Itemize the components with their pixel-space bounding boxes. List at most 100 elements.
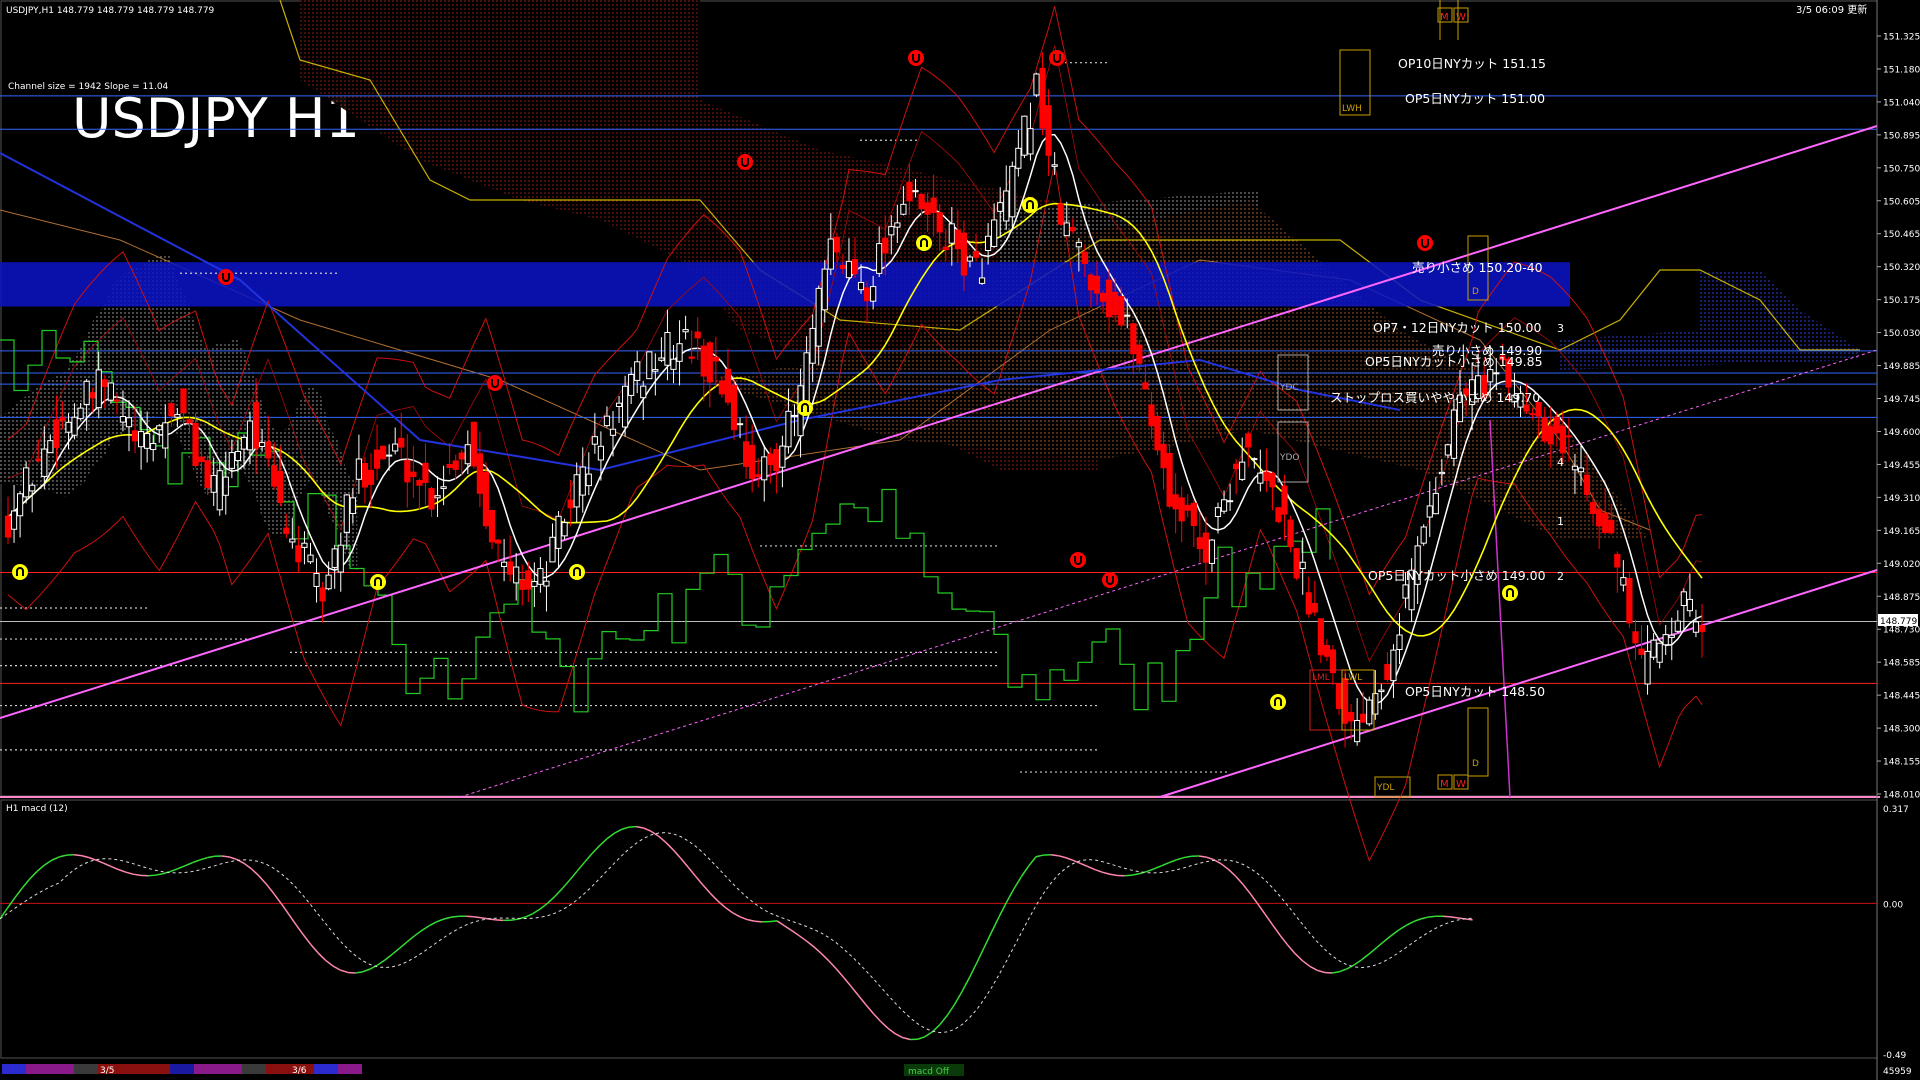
macd-segment [376,959,386,966]
candle-body [906,181,913,202]
candle-body [113,399,121,402]
macd-segment [73,854,82,857]
candle-body [17,493,24,517]
candle-body [1438,471,1445,475]
candle-body [730,385,738,431]
macd-segment [258,875,267,885]
candle-body [573,474,580,508]
macd-segment [1368,947,1377,955]
macd-segment [539,902,549,910]
candle [23,461,30,504]
candle [1027,102,1034,161]
macd-segment [192,859,201,864]
candle [1626,573,1633,628]
fractal-down-marker [1102,572,1118,588]
range-box-label: YDL [1376,783,1394,793]
candle-body [1323,645,1331,657]
macd-segment [110,865,119,871]
candle-body [531,581,538,587]
candle-body [277,470,284,504]
candle [585,452,592,496]
candle-body [888,226,895,236]
candle-body [1432,492,1439,515]
candle [537,557,544,593]
candle-body [1299,561,1306,570]
candle [1638,625,1645,659]
wave-label: 1 [1557,515,1564,528]
candle-body [1348,711,1355,722]
price-tick-label: 150.030 [1883,329,1920,339]
candle [488,509,496,550]
macd-segment [1272,924,1281,936]
candle [555,511,562,569]
candle-body [156,425,163,431]
macd-segment [1309,965,1318,971]
candle-body [978,277,986,284]
session-block [74,1064,98,1074]
macd-segment [591,845,600,855]
candle-body [1015,147,1022,169]
candle-body [10,510,18,530]
macd-segment [340,969,349,974]
candle-body [1275,507,1282,522]
candle-body [265,441,272,459]
macd-segment [547,895,556,904]
macd-segment [1316,969,1325,974]
candle-body [1384,664,1391,680]
macd-segment [961,977,971,992]
candle [1154,411,1161,456]
chart-canvas[interactable]: USDJPY,H1 148.779 148.779 148.779 148.77… [0,0,1920,1080]
macd-segment [421,925,430,932]
candle [579,447,586,513]
macd-segment [1065,856,1074,862]
macd-segment [1287,944,1296,954]
candle-body [809,327,816,364]
candle-body [894,222,901,228]
candle [107,382,114,404]
macd-segment [680,857,689,868]
macd-segment [732,912,741,918]
macd-segment [510,918,519,921]
macd-segment [872,1012,882,1022]
candle [652,353,659,396]
macd-segment [1398,924,1407,931]
macd-segment [917,1035,926,1040]
level-label: OP10日NYカット 151.15 [1398,56,1546,71]
candle [398,412,405,459]
candle-body [658,357,665,361]
candle-body [609,428,617,436]
macd-segment [1198,855,1207,858]
candle-body [1583,474,1591,496]
session-block [170,1064,194,1074]
candle-body [1553,416,1560,434]
candle-body [1293,548,1300,579]
candle [773,442,780,494]
candle-body [234,450,242,462]
macd-segment [709,892,719,902]
macd-segment [747,918,755,923]
macd-segment [1176,856,1185,861]
candle [603,406,611,428]
macd-segment [362,968,371,973]
macd-segment [532,908,541,915]
candle [634,351,641,394]
candle-body [1577,467,1585,473]
macd-segment [1339,968,1348,973]
candle [658,337,665,363]
candle [1184,494,1191,518]
candle [422,443,429,506]
session-block [242,1064,266,1074]
wave-label: 4 [1557,456,1564,469]
macd-segment [406,935,415,943]
price-tick-label: 149.310 [1883,494,1920,504]
macd-segment [724,906,734,914]
candle-body [494,539,502,544]
candle-body [833,236,840,253]
candle [1190,500,1197,548]
candle [1172,473,1179,534]
candle [573,462,580,523]
candle-body [1620,577,1627,586]
macd-segment [169,868,178,873]
fractal-down-marker [1049,50,1065,66]
chart-title: USDJPY H1 [72,87,360,150]
